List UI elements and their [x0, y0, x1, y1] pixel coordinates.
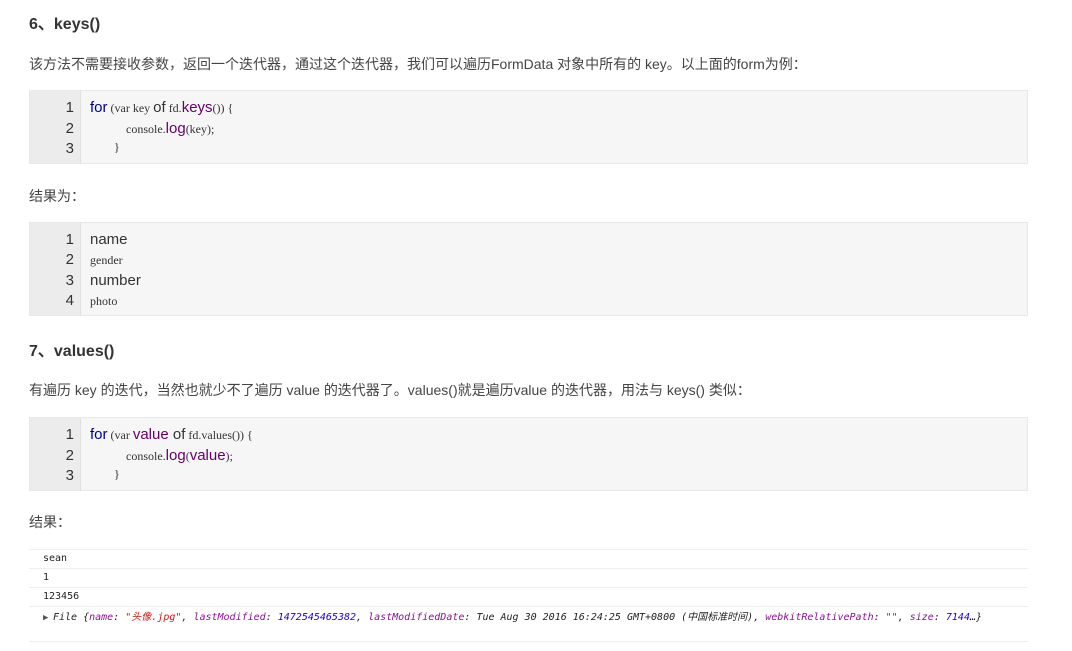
code-text: fd. — [165, 101, 182, 115]
expand-triangle-icon[interactable]: ▶ — [43, 613, 48, 623]
result-label: 结果为： — [29, 188, 85, 204]
result-line: photo — [90, 294, 118, 308]
console-row-file-object[interactable]: ▶ File {name: "头像.jpg", lastModified: 14… — [29, 606, 1028, 642]
result-line: number — [90, 272, 141, 289]
object-key: lastModified — [193, 612, 266, 623]
code-line-3: } — [90, 140, 120, 154]
console-row: sean — [29, 549, 1028, 568]
line-number: 3 — [65, 140, 74, 157]
object-key: lastModifiedDate — [368, 612, 465, 623]
line-number: 4 — [65, 292, 74, 309]
code-line-3: } — [90, 467, 120, 481]
function-log: log — [165, 120, 186, 137]
code-line-2: console.log(key); — [90, 120, 214, 137]
keyword-of: of — [153, 99, 166, 116]
object-value: 7144 — [945, 612, 970, 623]
keyword-of: of — [168, 426, 186, 443]
result-line: gender — [90, 253, 123, 267]
variable-value: value — [189, 447, 226, 464]
line-number: 1 — [65, 99, 74, 116]
variable-value: value — [132, 426, 169, 443]
code-text: ); — [225, 449, 233, 463]
code-line-1: for (var key of fd.keys()) { — [90, 99, 233, 116]
object-key: webkitRelativePath — [765, 612, 874, 623]
console-value: 123456 — [43, 591, 80, 602]
function-keys: keys — [181, 99, 213, 116]
code-text: (var — [107, 428, 133, 442]
keyword-for: for — [90, 426, 108, 443]
result-line: name — [90, 231, 128, 248]
console-row: 123456 — [29, 587, 1028, 606]
code-text: console. — [90, 449, 166, 463]
object-value: Tue Aug 30 2016 16:24:25 GMT+0800 (中国标准时… — [476, 612, 754, 623]
code-line-2: console.log(value); — [90, 447, 233, 464]
section-7-heading: 7、values() — [29, 343, 115, 360]
line-number-gutter: 1 2 3 — [30, 418, 81, 490]
code-text: (var key — [107, 101, 154, 115]
code-text: ()) { — [212, 101, 234, 115]
line-number-gutter: 1 2 3 4 — [30, 223, 81, 315]
keyword-for: for — [90, 99, 108, 116]
line-number: 3 — [65, 272, 74, 289]
object-suffix: …} — [969, 612, 983, 623]
object-key: name — [89, 612, 114, 623]
line-number: 1 — [65, 231, 74, 248]
code-block-values: 1 2 3 for (var value of fd.values()) { c… — [29, 417, 1028, 491]
result-label: 结果： — [29, 514, 71, 530]
code-text: console. — [90, 122, 166, 136]
object-key: size — [909, 612, 934, 623]
code-block-keys: 1 2 3 for (var key of fd.keys()) { conso… — [29, 90, 1028, 164]
line-number: 1 — [65, 426, 74, 443]
section-6-description: 该方法不需要接收参数，返回一个迭代器，通过这个迭代器，我们可以遍历FormDat… — [29, 56, 807, 72]
code-text: (key); — [185, 122, 215, 136]
section-7-description: 有遍历 key 的迭代，当然也就少不了遍历 value 的迭代器了。values… — [29, 382, 751, 398]
code-line-1: for (var value of fd.values()) { — [90, 426, 253, 443]
code-text: fd.values()) { — [185, 428, 253, 442]
line-number-gutter: 1 2 3 — [30, 91, 81, 163]
object-prefix: File { — [53, 612, 90, 623]
object-value: "" — [885, 612, 898, 623]
console-value: 1 — [43, 572, 50, 583]
result-block-keys: 1 2 3 4 name gender number photo — [29, 222, 1028, 316]
line-number: 2 — [65, 120, 74, 137]
object-value: 1472545465382 — [277, 612, 357, 623]
function-log: log — [165, 447, 186, 464]
section-6-heading: 6、keys() — [29, 16, 101, 33]
console-value: sean — [43, 553, 68, 564]
line-number: 2 — [65, 251, 74, 268]
object-value: "头像.jpg" — [125, 612, 182, 623]
file-object-summary: File {name: "头像.jpg", lastModified: 1472… — [53, 612, 983, 623]
console-row: 1 — [29, 568, 1028, 587]
line-number: 3 — [65, 467, 74, 484]
line-number: 2 — [65, 447, 74, 464]
